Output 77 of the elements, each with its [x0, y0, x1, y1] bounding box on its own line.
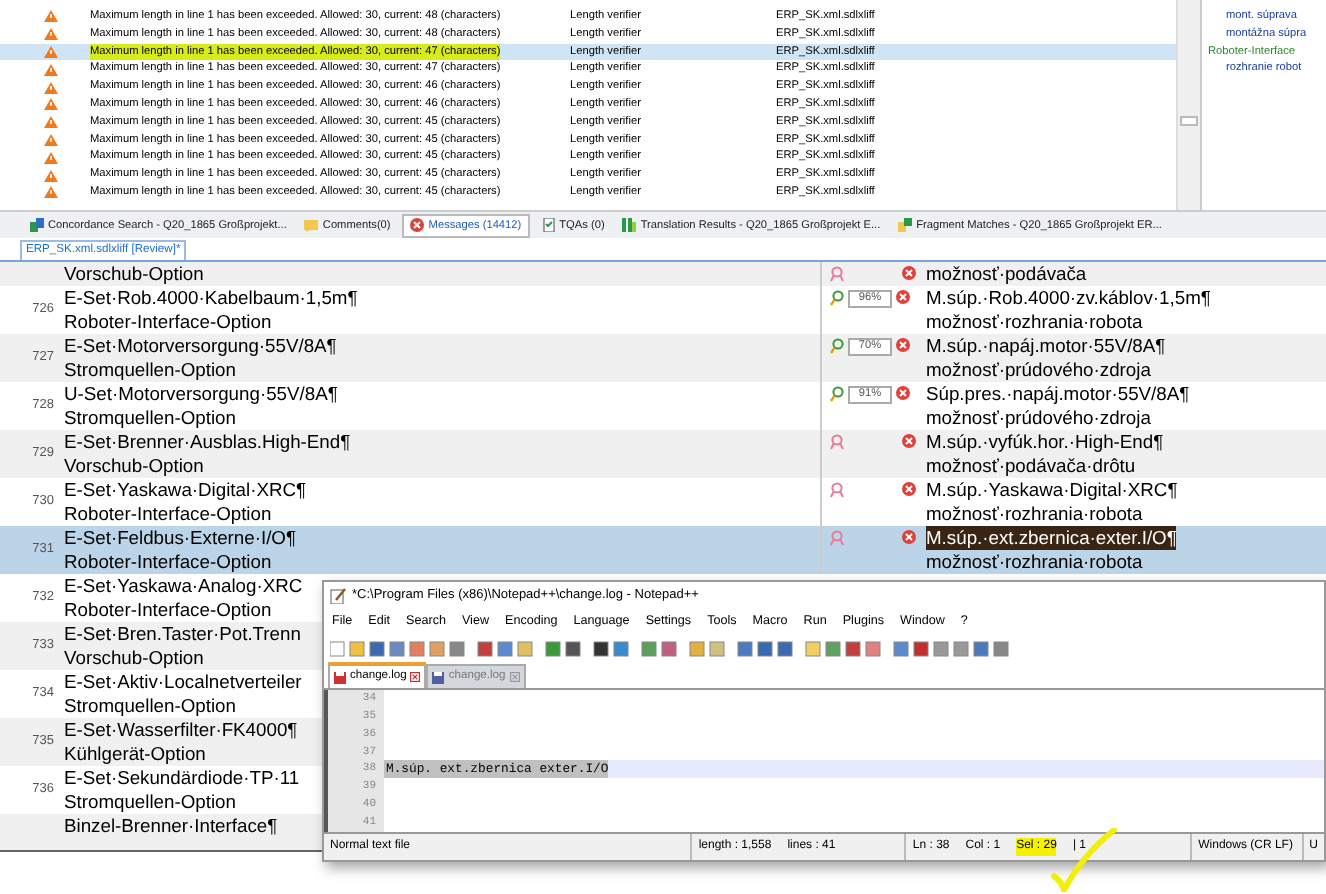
status-error-icon: [896, 290, 910, 304]
status-error-icon: [896, 338, 910, 352]
source-text: Kühlgerät-Option: [64, 742, 206, 766]
close-icon: [509, 672, 520, 682]
source-text: E-Set·Rob.4000·Kabelbaum·1,5m¶: [64, 286, 358, 310]
source-text: Roboter-Interface-Option: [64, 310, 272, 334]
source-text: E-Set·Brenner·Ausblas.High-End¶: [64, 430, 351, 454]
status-error-icon: [902, 434, 916, 448]
toolbar-drawing[interactable]: [330, 639, 1014, 657]
source-text: E-Set·Yaskawa·Digital·XRC¶: [64, 478, 307, 502]
source-text: Stromquellen-Option: [64, 406, 236, 430]
documents-icon: [30, 218, 44, 232]
error-icon: [410, 218, 425, 232]
target-text: možnosť·prúdového·zdroja: [926, 406, 1151, 430]
source-text: Stromquellen-Option: [64, 694, 236, 718]
source-text: Vorschub-Option: [64, 646, 204, 670]
target-text: M.súp.·Yaskawa·Digital·XRC¶: [926, 478, 1178, 502]
warning-icon: [44, 133, 58, 146]
close-icon: [410, 672, 421, 682]
source-text: E-Set·Sekundärdiode·TP·11: [64, 766, 300, 790]
warning-icon: [44, 116, 58, 129]
no-match-icon: [830, 530, 844, 546]
target-text: možnosť·podávača·drôtu: [926, 454, 1136, 478]
source-text: E-Set·Aktiv·Localnetverteiler: [64, 670, 302, 694]
warning-icon: [44, 45, 58, 58]
blocks-icon: [898, 218, 913, 232]
status-error-icon: [902, 266, 916, 280]
target-text: Súp.pres.·napáj.motor·55V/8A¶: [926, 382, 1190, 406]
scrollbar-thumb[interactable]: [1180, 116, 1198, 126]
warning-icon: [44, 28, 58, 41]
source-text: E-Set·Motorversorgung·55V/8A¶: [64, 334, 337, 358]
source-text: Vorschub-Option: [64, 262, 204, 286]
target-text: možnosť·podávača: [926, 262, 1087, 286]
target-text: možnosť·rozhrania·robota: [926, 550, 1143, 574]
source-text: E-Set·Bren.Taster·Pot.Trenn: [64, 622, 301, 646]
warning-icon: [44, 98, 58, 111]
source-text: E-Set·Wasserfilter·FK4000¶: [64, 718, 298, 742]
warning-icon: [44, 186, 58, 199]
no-match-icon: [830, 434, 844, 450]
status-error-icon: [902, 530, 916, 544]
bars-icon: [622, 218, 637, 232]
floppy-icon: [334, 671, 346, 683]
target-text: M.súp.·Rob.4000·zv.káblov·1,5m¶: [926, 286, 1211, 310]
warning-icon: [44, 10, 58, 23]
status-error-icon: [902, 482, 916, 496]
source-text: Binzel-Brenner·Interface¶: [64, 814, 278, 838]
no-match-icon: [830, 482, 844, 498]
target-text: možnosť·rozhrania·robota: [926, 310, 1143, 334]
warning-icon: [44, 81, 58, 94]
segment-row[interactable]: Vorschub-Option možnosť·podávača: [0, 262, 1326, 286]
warning-icon: [44, 151, 58, 164]
scrollbar[interactable]: [1176, 0, 1200, 210]
status-error-icon: [896, 386, 910, 400]
warning-icon: [44, 169, 58, 182]
target-text: možnosť·rozhrania·robota: [926, 502, 1143, 526]
magnifier-icon: [830, 290, 844, 306]
source-text: Stromquellen-Option: [64, 790, 236, 814]
source-text: Roboter-Interface-Option: [64, 550, 272, 574]
source-text: Vorschub-Option: [64, 454, 204, 478]
target-text: možnosť·prúdového·zdroja: [926, 358, 1151, 382]
source-text: Roboter-Interface-Option: [64, 502, 272, 526]
no-match-icon: [830, 266, 844, 282]
notepad-icon: [330, 587, 346, 603]
source-text: Stromquellen-Option: [64, 358, 236, 382]
magnifier-icon: [830, 386, 844, 402]
source-text: E-Set·Yaskawa·Analog·XRC: [64, 574, 303, 598]
floppy-icon: [432, 671, 445, 683]
note-icon: [304, 218, 319, 232]
target-text: M.súp.·ext.zbernica·exter.I/O¶: [926, 526, 1177, 550]
checklist-icon: [541, 218, 556, 232]
target-text: M.súp.·napáj.motor·55V/8A¶: [926, 334, 1166, 358]
source-text: U-Set·Motorversorgung·55V/8A¶: [64, 382, 338, 406]
magnifier-icon: [830, 338, 844, 354]
source-text: E-Set·Feldbus·Externe·I/O¶: [64, 526, 297, 550]
warning-icon: [44, 63, 58, 76]
target-text: M.súp.·vyfúk.hor.·High-End¶: [926, 430, 1164, 454]
source-text: Roboter-Interface-Option: [64, 598, 272, 622]
